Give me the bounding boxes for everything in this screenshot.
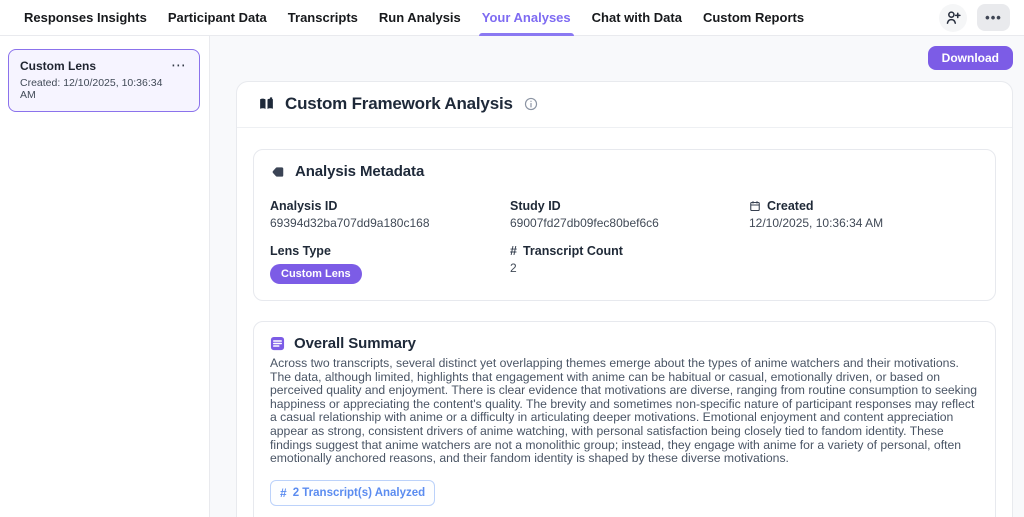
analysis-id-value: 69394d32ba707dd9a180c168 [270, 216, 510, 230]
transcripts-analyzed-badge: # 2 Transcript(s) Analyzed [270, 480, 435, 506]
metadata-grid-spacer [749, 244, 979, 284]
info-icon[interactable] [524, 97, 538, 111]
created-label-row: Created [749, 199, 979, 213]
nav-item-chat-with-data[interactable]: Chat with Data [592, 0, 682, 36]
summary-heading: Overall Summary [294, 335, 416, 352]
lens-card-title: Custom Lens [20, 59, 169, 73]
analysis-card-body: Analysis Metadata Analysis ID 69394d32ba… [237, 128, 1012, 517]
lens-card-created: Created: 12/10/2025, 10:36:34 AM [20, 77, 169, 101]
top-navigation-bar: Responses Insights Participant Data Tran… [0, 0, 1024, 36]
field-lens-type: Lens Type Custom Lens [270, 244, 510, 284]
summary-heading-row: Overall Summary [270, 335, 979, 352]
transcripts-analyzed-label: 2 Transcript(s) Analyzed [293, 487, 426, 499]
study-id-value: 69007fd27db09fec80bef6c6 [510, 216, 749, 230]
created-label: Created [767, 199, 814, 213]
overall-summary-card: Overall Summary Across two transcripts, … [253, 321, 996, 517]
nav-item-your-analyses[interactable]: Your Analyses [482, 0, 571, 36]
page-layout: Custom Lens Created: 12/10/2025, 10:36:3… [0, 36, 1024, 517]
nav-item-responses-insights[interactable]: Responses Insights [24, 0, 147, 36]
metadata-grid: Analysis ID 69394d32ba707dd9a180c168 Stu… [270, 199, 979, 284]
analysis-metadata-card: Analysis Metadata Analysis ID 69394d32ba… [253, 149, 996, 301]
field-transcript-count: # Transcript Count 2 [510, 244, 749, 284]
lens-type-label: Lens Type [270, 244, 510, 258]
tag-icon [270, 165, 286, 179]
field-analysis-id: Analysis ID 69394d32ba707dd9a180c168 [270, 199, 510, 230]
book-open-icon [257, 96, 276, 113]
document-lines-icon [270, 336, 285, 351]
calendar-icon [749, 200, 761, 212]
study-id-label: Study ID [510, 199, 749, 213]
lens-card-text: Custom Lens Created: 12/10/2025, 10:36:3… [20, 59, 169, 101]
created-value: 12/10/2025, 10:36:34 AM [749, 216, 979, 230]
transcript-count-label: Transcript Count [523, 244, 623, 258]
analyses-sidebar: Custom Lens Created: 12/10/2025, 10:36:3… [0, 36, 210, 517]
custom-framework-analysis-card: Custom Framework Analysis [236, 81, 1013, 517]
topnav-actions: ••• [939, 4, 1010, 32]
lens-card-menu-button[interactable]: ⋯ [169, 59, 188, 73]
analysis-card-header: Custom Framework Analysis [237, 82, 1012, 128]
metadata-heading: Analysis Metadata [295, 163, 424, 180]
nav-item-custom-reports[interactable]: Custom Reports [703, 0, 804, 36]
main-content: Download Custom Framework Analysis [210, 36, 1024, 517]
hash-icon: # [280, 486, 287, 500]
add-user-button[interactable] [939, 4, 967, 32]
field-created: Created 12/10/2025, 10:36:34 AM [749, 199, 979, 230]
nav-item-transcripts[interactable]: Transcripts [288, 0, 358, 36]
field-study-id: Study ID 69007fd27db09fec80bef6c6 [510, 199, 749, 230]
nav-item-run-analysis[interactable]: Run Analysis [379, 0, 461, 36]
ellipsis-icon: ⋯ [171, 61, 186, 71]
toolbar-row: Download [236, 46, 1013, 70]
lens-type-badge: Custom Lens [270, 264, 362, 284]
transcript-count-value: 2 [510, 261, 749, 275]
analysis-list-item-custom-lens[interactable]: Custom Lens Created: 12/10/2025, 10:36:3… [8, 49, 200, 112]
nav-item-participant-data[interactable]: Participant Data [168, 0, 267, 36]
hash-icon: # [510, 244, 517, 258]
summary-text: Across two transcripts, several distinct… [270, 357, 979, 466]
download-button[interactable]: Download [928, 46, 1013, 70]
page-title: Custom Framework Analysis [285, 94, 513, 114]
metadata-heading-row: Analysis Metadata [270, 163, 979, 180]
analysis-id-label: Analysis ID [270, 199, 510, 213]
ellipsis-icon: ••• [985, 10, 1002, 25]
user-plus-icon [945, 9, 962, 26]
more-options-button[interactable]: ••• [977, 4, 1010, 31]
transcript-count-label-row: # Transcript Count [510, 244, 749, 258]
